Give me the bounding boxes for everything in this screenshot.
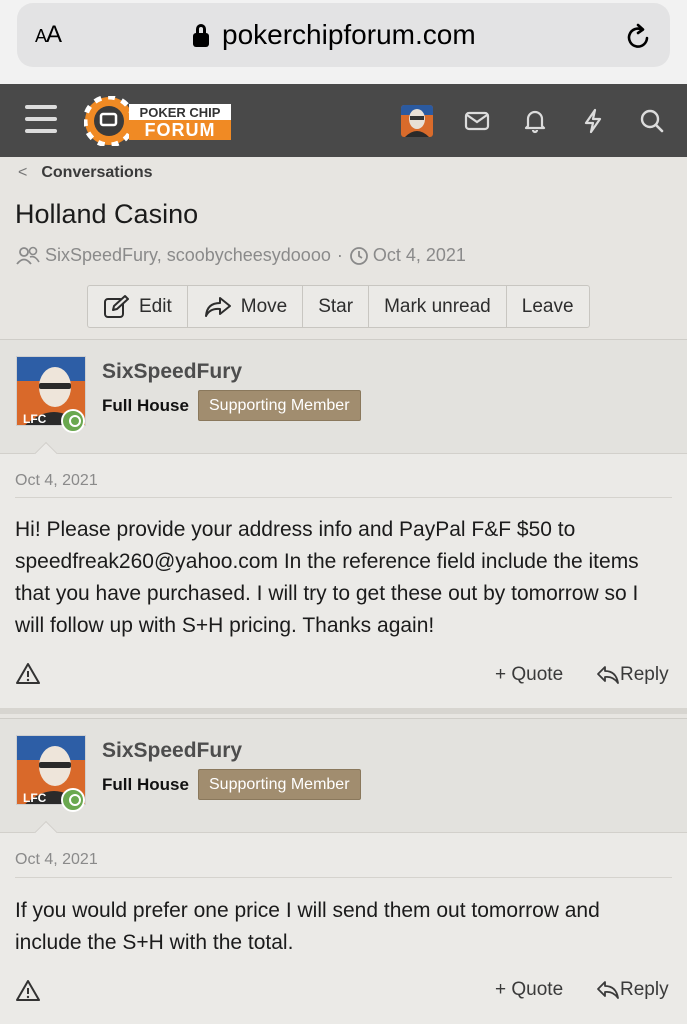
forum-header: POKER CHIP FORUM [0, 84, 687, 157]
leave-label: Leave [521, 295, 574, 317]
message-body: Oct 4, 2021 Hi! Please provide your addr… [0, 454, 687, 708]
reply-button[interactable]: Reply [596, 979, 669, 1001]
browser-toolbar: AA pokerchipforum.com [0, 0, 687, 84]
mark-unread-button[interactable]: Mark unread [369, 286, 507, 327]
message-text: Hi! Please provide your address info and… [15, 518, 639, 637]
svg-text:POKER CHIP: POKER CHIP [140, 105, 221, 120]
reply-button[interactable]: Reply [596, 664, 669, 686]
clock-icon [349, 246, 368, 265]
user-banner: Supporting Member [198, 769, 361, 800]
svg-text:LFC: LFC [23, 412, 47, 426]
lock-icon [193, 24, 209, 47]
star-label: Star [318, 295, 354, 317]
breadcrumb-label: Conversations [41, 164, 153, 181]
message-user-block: LFC SixSpeedFury Full House Supporting M… [0, 340, 687, 471]
text-size-button[interactable]: AA [35, 21, 62, 49]
reply-icon [597, 981, 619, 999]
page-title: Holland Casino [15, 199, 199, 229]
message-divider [15, 877, 672, 878]
bell-icon[interactable] [522, 108, 548, 134]
leave-button[interactable]: Leave [507, 286, 589, 327]
breadcrumb[interactable]: < Conversations [18, 164, 152, 182]
edit-label: Edit [139, 295, 172, 317]
message: LFC SixSpeedFury Full House Supporting M… [0, 718, 687, 1024]
svg-text:FORUM: FORUM [145, 120, 216, 140]
user-banner: Supporting Member [198, 390, 361, 421]
edit-icon [104, 294, 129, 318]
message: LFC SixSpeedFury Full House Supporting M… [0, 339, 687, 708]
reply-icon [597, 666, 619, 684]
conversation-date: Oct 4, 2021 [372, 245, 466, 265]
message-body: Oct 4, 2021 If you would prefer one pric… [0, 833, 687, 1024]
move-label: Move [240, 295, 288, 317]
user-title: Full House [102, 396, 189, 415]
inbox-icon[interactable] [464, 108, 490, 134]
participants-list[interactable]: SixSpeedFury, scoobycheesydoooo [45, 245, 331, 266]
username[interactable]: SixSpeedFury [102, 360, 242, 384]
online-status-icon [61, 409, 85, 433]
message-text: If you would prefer one price I will sen… [15, 899, 600, 954]
meta-separator: · [336, 245, 343, 265]
bolt-icon[interactable] [580, 108, 606, 134]
mark-unread-label: Mark unread [384, 295, 491, 317]
site-logo[interactable]: POKER CHIP FORUM [84, 96, 234, 146]
user-title: Full House [102, 775, 189, 794]
menu-icon[interactable] [25, 105, 57, 133]
message-separator [0, 708, 687, 714]
svg-text:LFC: LFC [23, 791, 47, 805]
address-bar[interactable]: AA pokerchipforum.com [17, 3, 670, 67]
chevron-left-icon: < [18, 164, 28, 181]
move-button[interactable]: Move [188, 286, 304, 327]
quote-button[interactable]: + Quote [495, 664, 563, 686]
search-icon[interactable] [639, 108, 665, 134]
warning-icon[interactable] [16, 979, 40, 1003]
url-domain[interactable]: pokerchipforum.com [222, 19, 476, 51]
conversation-meta: SixSpeedFury, scoobycheesydoooo · Oct 4,… [15, 245, 466, 266]
conversation-actions: Edit Move Star Mark unread Leave [87, 285, 590, 328]
quote-button[interactable]: + Quote [495, 979, 563, 1001]
message-divider [15, 497, 672, 498]
username[interactable]: SixSpeedFury [102, 739, 242, 763]
star-button[interactable]: Star [303, 286, 370, 327]
share-arrow-icon [204, 296, 231, 317]
message-user-block: LFC SixSpeedFury Full House Supporting M… [0, 719, 687, 850]
reload-icon[interactable] [625, 23, 653, 51]
edit-button[interactable]: Edit [88, 286, 188, 327]
message-date[interactable]: Oct 4, 2021 [15, 472, 98, 490]
account-avatar[interactable] [401, 105, 433, 137]
online-status-icon [61, 788, 85, 812]
reply-label: Reply [620, 979, 669, 1000]
warning-icon[interactable] [16, 662, 40, 686]
participants-icon [16, 246, 40, 265]
reply-label: Reply [620, 664, 669, 685]
message-date[interactable]: Oct 4, 2021 [15, 851, 98, 869]
